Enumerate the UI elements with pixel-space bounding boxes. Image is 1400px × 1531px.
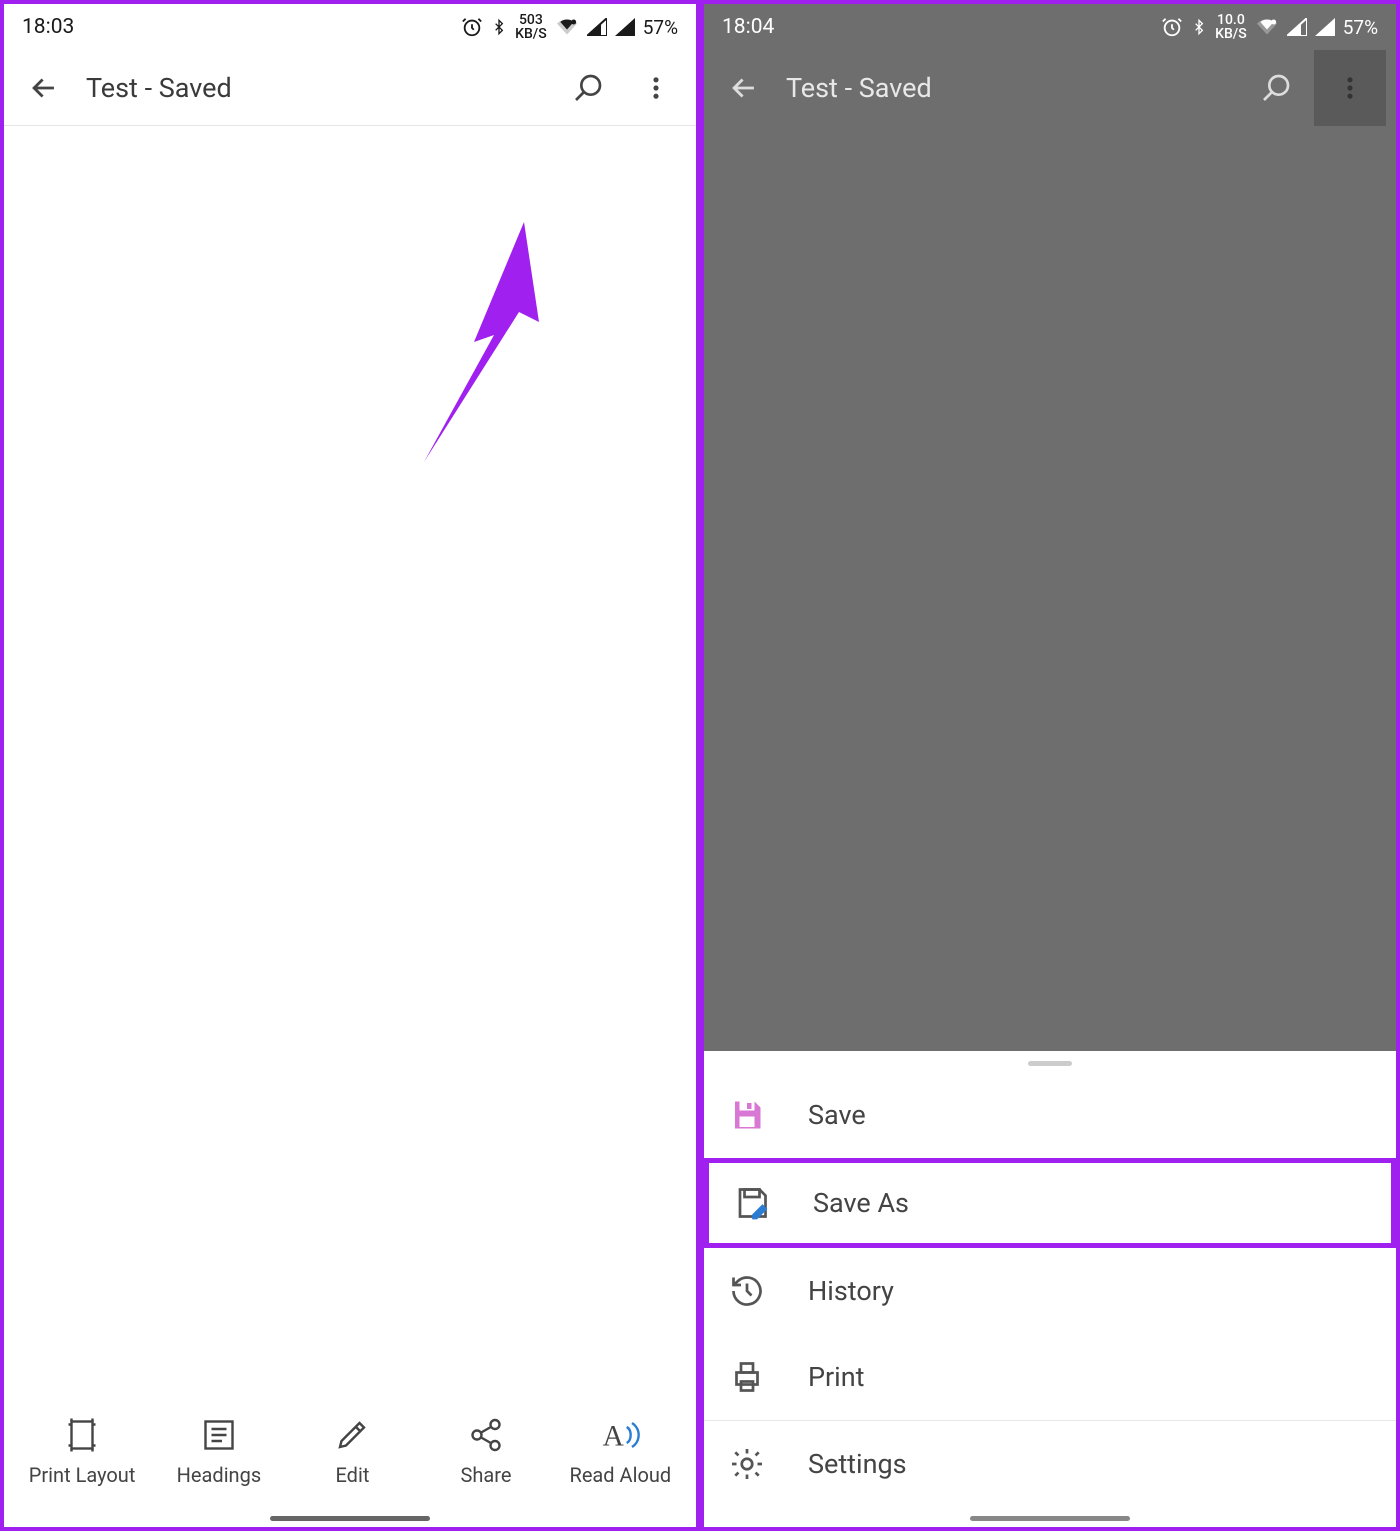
arrow-left-icon (727, 71, 761, 105)
bottom-item-edit[interactable]: Edit (302, 1417, 402, 1487)
bottom-toolbar: Print Layout Headings Edit Share A Read … (4, 1397, 696, 1527)
wifi-icon (1255, 17, 1279, 37)
arrow-left-icon (27, 71, 61, 105)
document-title: Test - Saved (782, 72, 1238, 104)
search-icon (572, 72, 604, 104)
menu-item-settings[interactable]: Settings (704, 1421, 1396, 1507)
back-button[interactable] (714, 58, 774, 118)
bottom-item-print-layout[interactable]: Print Layout (29, 1417, 136, 1487)
document-title: Test - Saved (82, 72, 550, 104)
sheet-drag-handle[interactable] (1028, 1061, 1072, 1066)
status-icons: 10.0KB/S 57% (1161, 13, 1378, 41)
bluetooth-icon (491, 16, 507, 38)
settings-icon (726, 1446, 768, 1482)
search-button[interactable] (1246, 58, 1306, 118)
alarm-icon (461, 16, 483, 38)
bottom-item-read-aloud[interactable]: A Read Aloud (570, 1417, 672, 1487)
menu-label: Print (808, 1361, 865, 1393)
signal-icon-1 (1287, 18, 1307, 36)
overflow-menu-sheet: Save Save As History Print (704, 1051, 1396, 1527)
save-as-icon (731, 1185, 773, 1221)
search-icon (1260, 72, 1292, 104)
bluetooth-icon (1191, 16, 1207, 38)
bottom-label: Read Aloud (570, 1463, 672, 1487)
bottom-label: Edit (336, 1463, 370, 1487)
more-vertical-icon (1336, 74, 1364, 102)
menu-item-print[interactable]: Print (704, 1334, 1396, 1420)
more-button[interactable] (626, 58, 686, 118)
status-time: 18:03 (22, 15, 74, 39)
more-button[interactable] (1314, 50, 1386, 126)
menu-label: Save As (813, 1187, 909, 1219)
menu-label: History (808, 1275, 894, 1307)
app-bar: Test - Saved (4, 50, 696, 126)
signal-icon-1 (587, 18, 607, 36)
status-icons: 503KB/S 57% (461, 13, 678, 41)
read-aloud-icon: A (600, 1417, 640, 1453)
menu-label: Save (808, 1099, 866, 1131)
phone-screenshot-left: 18:03 503KB/S 57% Test - Saved P (0, 0, 700, 1531)
bottom-label: Headings (177, 1463, 262, 1487)
share-icon (468, 1417, 504, 1453)
print-icon (726, 1359, 768, 1395)
network-speed: 503KB/S (515, 13, 547, 41)
battery-percent: 57% (643, 16, 678, 39)
network-speed: 10.0KB/S (1215, 13, 1247, 41)
bottom-label: Print Layout (29, 1463, 136, 1487)
menu-item-save[interactable]: Save (704, 1072, 1396, 1158)
bottom-item-share[interactable]: Share (436, 1417, 536, 1487)
signal-icon-2 (1315, 18, 1335, 36)
app-bar: Test - Saved (704, 50, 1396, 126)
save-icon (726, 1097, 768, 1133)
annotation-arrow (384, 222, 564, 462)
alarm-icon (1161, 16, 1183, 38)
headings-icon (201, 1417, 237, 1453)
home-indicator[interactable] (270, 1516, 430, 1521)
search-button[interactable] (558, 58, 618, 118)
phone-screenshot-right: 18:04 10.0KB/S 57% Test - Saved (700, 0, 1400, 1531)
menu-item-save-as[interactable]: Save As (704, 1158, 1396, 1248)
back-button[interactable] (14, 58, 74, 118)
document-content-dimmed[interactable]: Save Save As History Print (704, 126, 1396, 1527)
status-bar: 18:04 10.0KB/S 57% (704, 4, 1396, 50)
signal-icon-2 (615, 18, 635, 36)
print-layout-icon (64, 1417, 100, 1453)
home-indicator[interactable] (970, 1516, 1130, 1521)
bottom-item-headings[interactable]: Headings (169, 1417, 269, 1487)
history-icon (726, 1273, 768, 1309)
document-content[interactable] (4, 126, 696, 1397)
more-vertical-icon (642, 74, 670, 102)
status-bar: 18:03 503KB/S 57% (4, 4, 696, 50)
menu-label: Settings (808, 1448, 907, 1480)
edit-icon (334, 1417, 370, 1453)
svg-text:A: A (603, 1421, 624, 1453)
menu-item-history[interactable]: History (704, 1248, 1396, 1334)
wifi-icon (555, 17, 579, 37)
status-time: 18:04 (722, 15, 774, 39)
bottom-label: Share (460, 1463, 511, 1487)
battery-percent: 57% (1343, 16, 1378, 39)
